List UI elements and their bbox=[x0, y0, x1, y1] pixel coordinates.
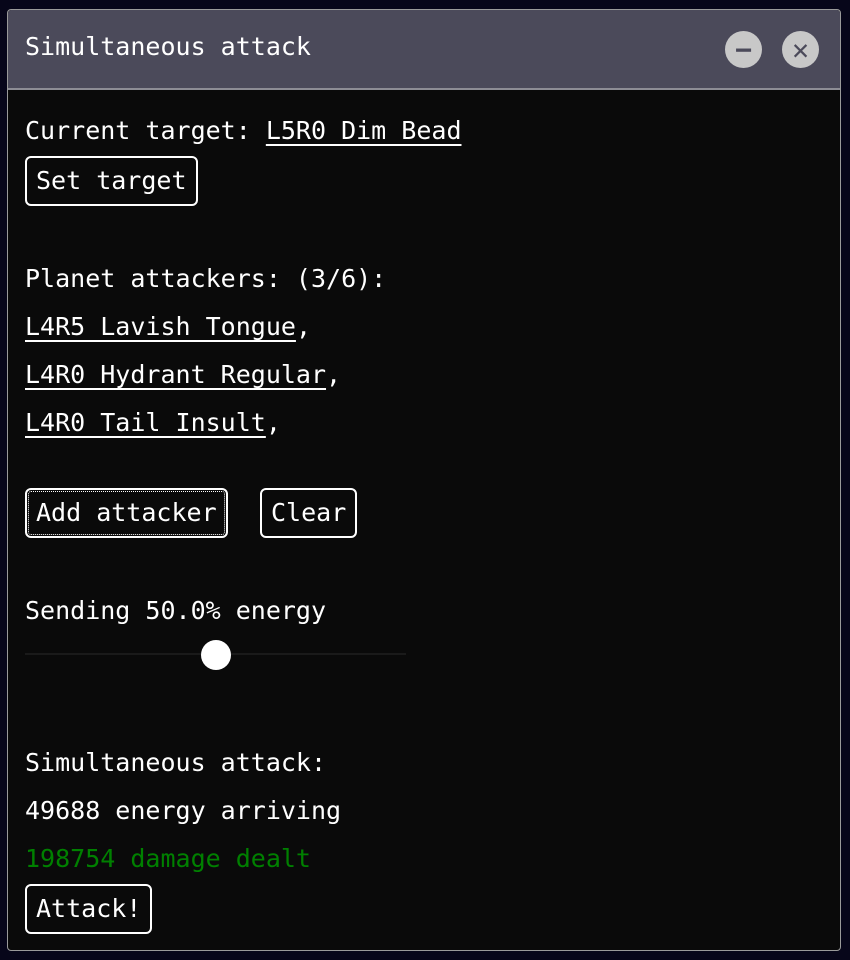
attackers-label: Planet attackers: (3/6): bbox=[25, 264, 387, 293]
set-target-button[interactable]: Set target bbox=[25, 156, 198, 206]
title-bar[interactable]: Simultaneous attack − ✕ bbox=[8, 10, 840, 90]
energy-slider-thumb[interactable] bbox=[200, 640, 231, 670]
target-planet-link[interactable]: L5R0 Dim Bead bbox=[266, 116, 462, 145]
close-icon[interactable]: ✕ bbox=[782, 31, 819, 68]
attacker-item: L4R5 Lavish Tongue, bbox=[25, 312, 311, 341]
attack-button[interactable]: Attack! bbox=[25, 884, 153, 934]
attacker-link[interactable]: L4R0 Hydrant Regular bbox=[25, 360, 326, 389]
attacker-item: L4R0 Hydrant Regular, bbox=[25, 360, 341, 389]
damage-dealt: 198754 damage dealt bbox=[25, 844, 311, 873]
attacker-link[interactable]: L4R0 Tail Insult bbox=[25, 408, 266, 437]
window-title: Simultaneous attack bbox=[25, 32, 311, 61]
energy-label: Sending 50.0% energy bbox=[25, 596, 327, 625]
minimize-icon[interactable]: − bbox=[725, 31, 762, 68]
add-attacker-button[interactable]: Add attacker bbox=[25, 488, 228, 538]
separator: , bbox=[295, 312, 311, 341]
simultaneous-attack-window: Simultaneous attack − ✕ Current target: … bbox=[7, 9, 841, 951]
separator: , bbox=[265, 408, 281, 437]
summary-heading: Simultaneous attack: bbox=[25, 748, 327, 777]
current-target-label: Current target: bbox=[25, 116, 266, 145]
separator: , bbox=[326, 360, 342, 389]
current-target-row: Current target: L5R0 Dim Bead bbox=[25, 116, 462, 145]
attacker-item: L4R0 Tail Insult, bbox=[25, 408, 281, 437]
attacker-link[interactable]: L4R5 Lavish Tongue bbox=[25, 312, 296, 341]
energy-arriving: 49688 energy arriving bbox=[25, 796, 342, 825]
clear-button[interactable]: Clear bbox=[260, 488, 358, 538]
